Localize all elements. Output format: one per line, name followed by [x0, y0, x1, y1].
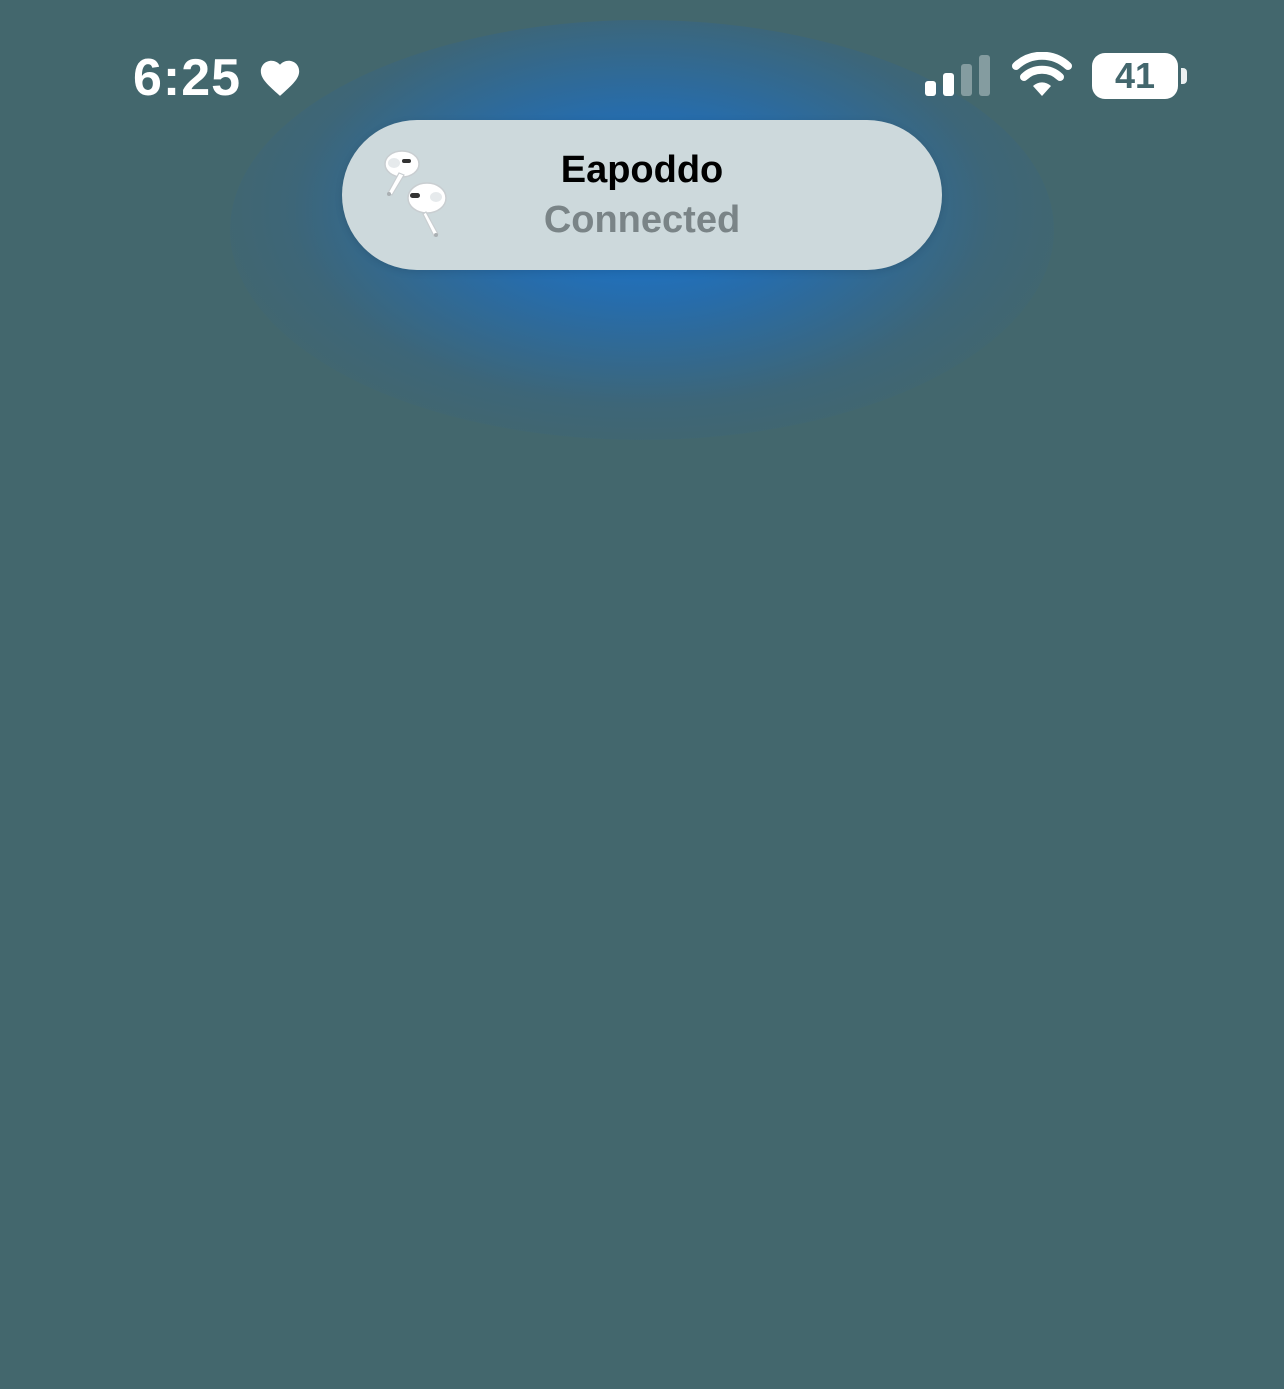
connection-banner[interactable]: Eapoddo Connected: [342, 120, 942, 270]
time-group: 6:25: [133, 46, 303, 110]
status-bar: 6:25 41: [0, 0, 1284, 120]
battery-tip: [1181, 68, 1187, 84]
battery-body: 41: [1092, 53, 1178, 99]
connection-status: Connected: [543, 199, 741, 241]
battery-icon: 41: [1092, 53, 1192, 99]
heart-icon: [257, 55, 303, 101]
wifi-icon: [1012, 51, 1072, 98]
lock-screen: 6:25 41 Eapoddo Connected: [0, 0, 1284, 1389]
clock-time: 6:25: [133, 49, 242, 107]
device-name: Eapoddo: [560, 149, 724, 191]
signal-bars-icon: [924, 54, 992, 98]
battery-level: 41: [1114, 55, 1156, 96]
